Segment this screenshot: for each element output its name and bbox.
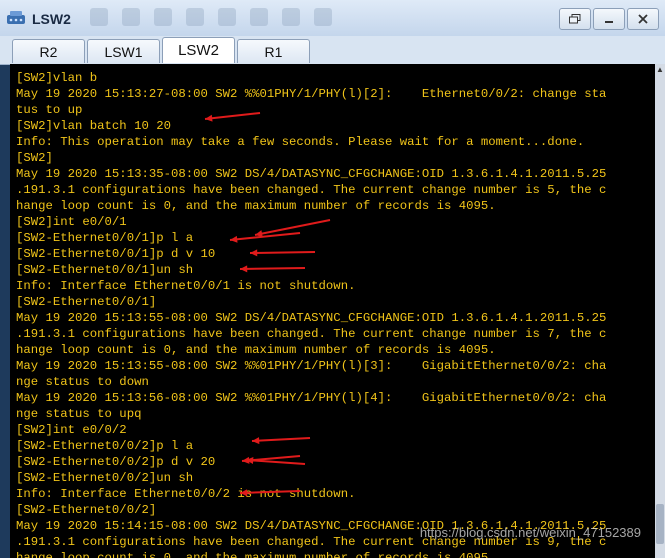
toolbar-icon <box>250 8 268 26</box>
background-toolbar <box>90 8 332 26</box>
restore-icon <box>569 14 581 24</box>
terminal-line: hange loop count is 0, and the maximum n… <box>16 199 496 213</box>
terminal-line: [SW2]int e0/0/2 <box>16 423 127 437</box>
close-icon <box>638 14 648 24</box>
terminal-line: May 19 2020 15:13:56-08:00 SW2 %%01PHY/1… <box>16 391 607 405</box>
minimize-icon <box>605 21 613 23</box>
terminal-line: May 19 2020 15:13:27-08:00 SW2 %%01PHY/1… <box>16 87 607 101</box>
terminal-line: nge status to down <box>16 375 149 389</box>
terminal-line: .191.3.1 configurations have been change… <box>16 327 607 341</box>
terminal-line: [SW2-Ethernet0/0/1]un sh <box>16 263 194 277</box>
tab-label: R2 <box>39 43 58 60</box>
scroll-thumb[interactable] <box>656 504 664 544</box>
toolbar-icon <box>282 8 300 26</box>
terminal-line: [SW2]int e0/0/1 <box>16 215 127 229</box>
toolbar-icon <box>122 8 140 26</box>
minimize-button[interactable] <box>593 8 625 30</box>
window-title: LSW2 <box>32 11 71 27</box>
switch-icon <box>7 11 25 24</box>
tab-label: LSW1 <box>104 43 143 60</box>
terminal-line: hange loop count is 0, and the maximum n… <box>16 343 496 357</box>
terminal-line: .191.3.1 configurations have been change… <box>16 183 607 197</box>
terminal-line: nge status to upq <box>16 407 142 421</box>
terminal-line: May 19 2020 15:13:55-08:00 SW2 DS/4/DATA… <box>16 311 607 325</box>
toolbar-icon <box>186 8 204 26</box>
tab-r2[interactable]: R2 <box>12 39 85 63</box>
watermark: https://blog.csdn.net/weixin_47152389 <box>419 525 641 540</box>
terminal-scrollbar[interactable]: ▲ <box>655 64 665 558</box>
terminal-line: [SW2-Ethernet0/0/2]p l a <box>16 439 194 453</box>
console-window: LSW2 R2 LSW1 LSW2 R1 [SW2]vlan b May 19 … <box>0 0 665 558</box>
title-bar: LSW2 <box>0 0 665 37</box>
scroll-up-icon[interactable]: ▲ <box>655 64 665 76</box>
terminal-line: Info: This operation may take a few seco… <box>16 135 585 149</box>
terminal-line: May 19 2020 15:13:55-08:00 SW2 %%01PHY/1… <box>16 359 607 373</box>
terminal-line: hange loop count is 0, and the maximum n… <box>16 551 496 558</box>
terminal-line: tus to up <box>16 103 83 117</box>
terminal-line: Info: Interface Ethernet0/0/2 is not shu… <box>16 487 356 501</box>
device-tab-bar: R2 LSW1 LSW2 R1 <box>0 36 665 65</box>
tab-r1[interactable]: R1 <box>237 39 310 63</box>
terminal-line: [SW2] <box>16 151 53 165</box>
tab-label: LSW2 <box>178 42 219 59</box>
terminal-line: [SW2-Ethernet0/0/1] <box>16 295 157 309</box>
close-button[interactable] <box>627 8 659 30</box>
restore-button[interactable] <box>559 8 591 30</box>
toolbar-icon <box>90 8 108 26</box>
tab-lsw2[interactable]: LSW2 <box>162 37 235 63</box>
terminal-line: Info: Interface Ethernet0/0/1 is not shu… <box>16 279 356 293</box>
terminal-line: [SW2-Ethernet0/0/1]p d v 10 <box>16 247 216 261</box>
toolbar-icon <box>218 8 236 26</box>
terminal-line: [SW2]vlan batch 10 20 <box>16 119 171 133</box>
terminal-line: [SW2-Ethernet0/0/2] <box>16 503 157 517</box>
terminal-line: [SW2-Ethernet0/0/2]p d v 20 <box>16 455 216 469</box>
tab-lsw1[interactable]: LSW1 <box>87 39 160 63</box>
toolbar-icon <box>154 8 172 26</box>
toolbar-icon <box>314 8 332 26</box>
terminal-line: [SW2-Ethernet0/0/1]p l a <box>16 231 194 245</box>
terminal-output[interactable]: [SW2]vlan b May 19 2020 15:13:27-08:00 SW… <box>10 64 655 558</box>
terminal-line: [SW2]vlan b <box>16 71 98 85</box>
terminal-line: May 19 2020 15:13:35-08:00 SW2 DS/4/DATA… <box>16 167 607 181</box>
tab-label: R1 <box>264 43 283 60</box>
terminal-line: [SW2-Ethernet0/0/2]un sh <box>16 471 194 485</box>
